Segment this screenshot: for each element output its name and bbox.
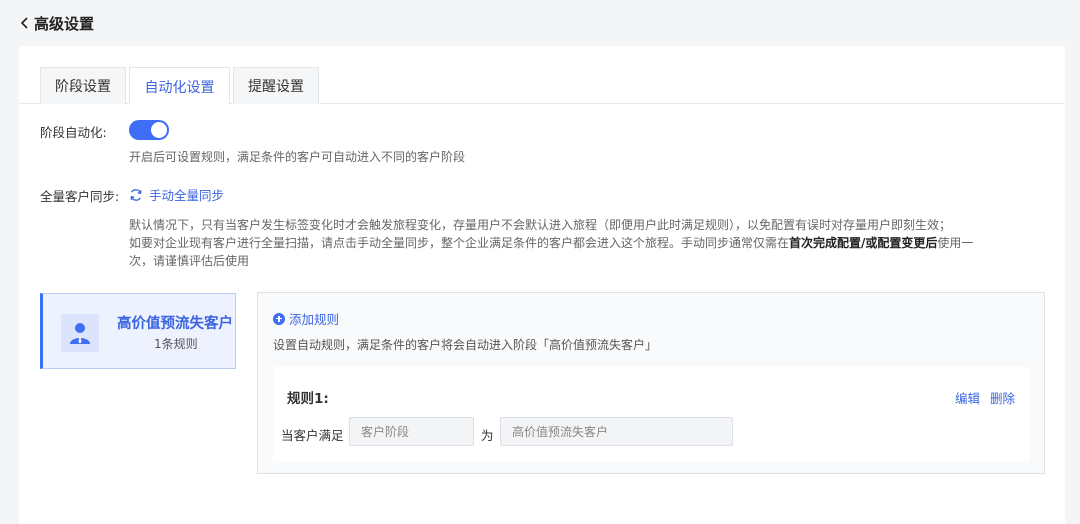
user-icon <box>61 314 99 352</box>
plus-circle-icon <box>273 312 285 325</box>
rule-hint: 设置自动规则，满足条件的客户将会自动进入阶段「高价值预流失客户」 <box>273 338 658 352</box>
stage-automation-hint: 开启后可设置规则，满足条件的客户可自动进入不同的客户阶段 <box>129 150 466 164</box>
condition-operator: 为 <box>481 428 494 443</box>
edit-rule-button[interactable]: 编辑 <box>955 388 980 407</box>
desc-line-2-bold: 首次完成配置/或配置变更后 <box>789 236 938 250</box>
desc-line-1: 默认情况下，只有当客户发生标签变化时才会触发旅程变化，存量用户不会默认进入旅程（… <box>129 218 952 232</box>
page-title: 高级设置 <box>34 14 95 33</box>
rule-item: 规则1: 编辑 删除 当客户满足 客户阶段 为 高价值预流失客户 <box>273 367 1030 461</box>
add-rule-button[interactable]: 添加规则 <box>273 309 339 328</box>
condition-value-select[interactable]: 高价值预流失客户 <box>500 417 733 446</box>
tab-automation-settings[interactable]: 自动化设置 <box>129 67 230 105</box>
full-sync-label: 全量客户同步: <box>40 189 120 204</box>
stage-name: 高价值预流失客户 <box>117 316 233 332</box>
tab-bar: 阶段设置 自动化设置 提醒设置 <box>19 67 1065 105</box>
toggle-knob <box>151 122 167 138</box>
stage-automation-label: 阶段自动化: <box>40 125 107 140</box>
settings-card: 阶段设置 自动化设置 提醒设置 阶段自动化: 开启后可设置规则，满足条件的客户可… <box>19 46 1065 524</box>
stage-card[interactable]: 高价值预流失客户 1条规则 <box>40 293 236 369</box>
add-rule-label: 添加规则 <box>289 312 340 327</box>
desc-line-2-suffix: 使用一 <box>937 236 974 250</box>
rule-title: 规则1: <box>287 391 329 407</box>
tab-stage-settings[interactable]: 阶段设置 <box>40 67 126 104</box>
desc-line-3: 次，请谨慎评估后使用 <box>129 254 250 268</box>
stage-automation-toggle[interactable] <box>129 120 169 140</box>
tab-reminder-settings[interactable]: 提醒设置 <box>233 67 319 104</box>
condition-field-select[interactable]: 客户阶段 <box>349 417 474 446</box>
manual-full-sync-button[interactable]: 手动全量同步 <box>129 185 224 204</box>
refresh-icon <box>129 188 143 202</box>
desc-line-2-prefix: 如要对企业现有客户进行全量扫描，请点击手动全量同步，整个企业满足条件的客户都会进… <box>129 236 790 250</box>
delete-rule-button[interactable]: 删除 <box>990 388 1015 407</box>
desc-line-2: 如要对企业现有客户进行全量扫描，请点击手动全量同步，整个企业满足条件的客户都会进… <box>129 234 1009 252</box>
full-sync-description: 默认情况下，只有当客户发生标签变化时才会触发旅程变化，存量用户不会默认进入旅程（… <box>129 216 1009 270</box>
rule-panel: 添加规则 设置自动规则，满足条件的客户将会自动进入阶段「高价值预流失客户」 规则… <box>257 292 1045 474</box>
stage-rule-count: 1条规则 <box>154 337 198 351</box>
header: 高级设置 <box>0 0 1080 46</box>
condition-label: 当客户满足 <box>281 428 344 443</box>
manual-full-sync-label: 手动全量同步 <box>149 188 225 203</box>
chevron-left-icon[interactable] <box>18 16 32 30</box>
